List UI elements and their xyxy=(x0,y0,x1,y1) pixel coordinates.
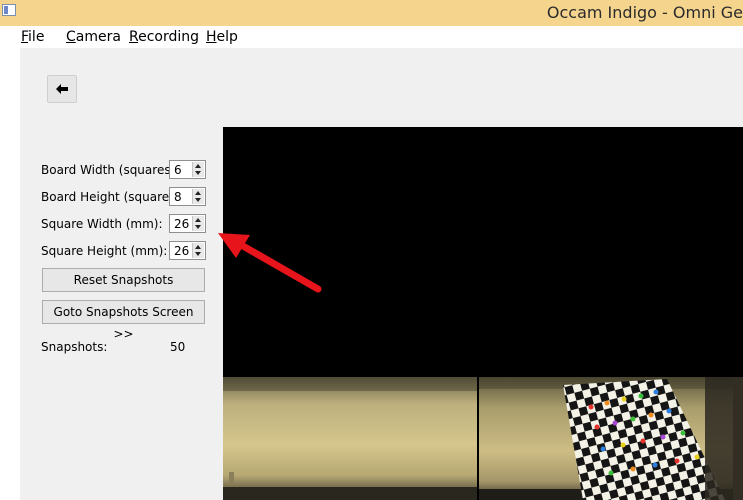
annotation-arrow-icon xyxy=(218,233,322,293)
board-height-value[interactable]: 8 xyxy=(174,190,182,204)
board-height-label: Board Height (squares- xyxy=(41,190,180,204)
menu-recording[interactable]: Recording xyxy=(129,29,199,45)
square-height-label: Square Height (mm): xyxy=(41,244,168,258)
spin-arrows-icon[interactable] xyxy=(192,216,204,231)
board-width-label: Board Width (squares-: xyxy=(41,163,179,177)
spin-arrows-icon[interactable] xyxy=(192,162,204,177)
menu-camera[interactable]: Camera xyxy=(66,29,121,45)
camera-feed-2 xyxy=(479,377,733,500)
camera-feed-3 xyxy=(733,377,743,500)
arrow-left-icon xyxy=(56,84,68,94)
square-width-value[interactable]: 26 xyxy=(174,217,189,231)
checkerboard-image xyxy=(563,377,733,500)
menu-help[interactable]: Help xyxy=(206,29,238,45)
board-width-spinbox[interactable]: 6 xyxy=(169,160,206,179)
square-height-spinbox[interactable]: 26 xyxy=(169,241,206,260)
spin-arrows-icon[interactable] xyxy=(192,189,204,204)
title-bar[interactable]: Occam Indigo - Omni Ge xyxy=(0,0,743,26)
square-width-spinbox[interactable]: 26 xyxy=(169,214,206,233)
board-width-value[interactable]: 6 xyxy=(174,163,182,177)
app-icon xyxy=(2,4,16,16)
menu-bar: File Camera Recording Help xyxy=(20,26,743,48)
camera-preview xyxy=(223,127,743,500)
snapshots-label: Snapshots: xyxy=(41,340,108,354)
snapshots-count: 50 xyxy=(170,340,186,354)
window-left-border xyxy=(0,0,20,500)
square-width-label: Square Width (mm): xyxy=(41,217,163,231)
camera-feed-1 xyxy=(223,377,477,500)
back-button[interactable] xyxy=(47,75,77,103)
square-height-value[interactable]: 26 xyxy=(174,244,189,258)
window-title: Occam Indigo - Omni Ge xyxy=(546,3,743,22)
spin-arrows-icon[interactable] xyxy=(192,243,204,258)
board-height-spinbox[interactable]: 8 xyxy=(169,187,206,206)
reset-snapshots-button[interactable]: Reset Snapshots xyxy=(42,268,205,292)
goto-snapshots-button[interactable]: Goto Snapshots Screen >> xyxy=(42,300,205,341)
menu-file[interactable]: File xyxy=(21,29,44,45)
